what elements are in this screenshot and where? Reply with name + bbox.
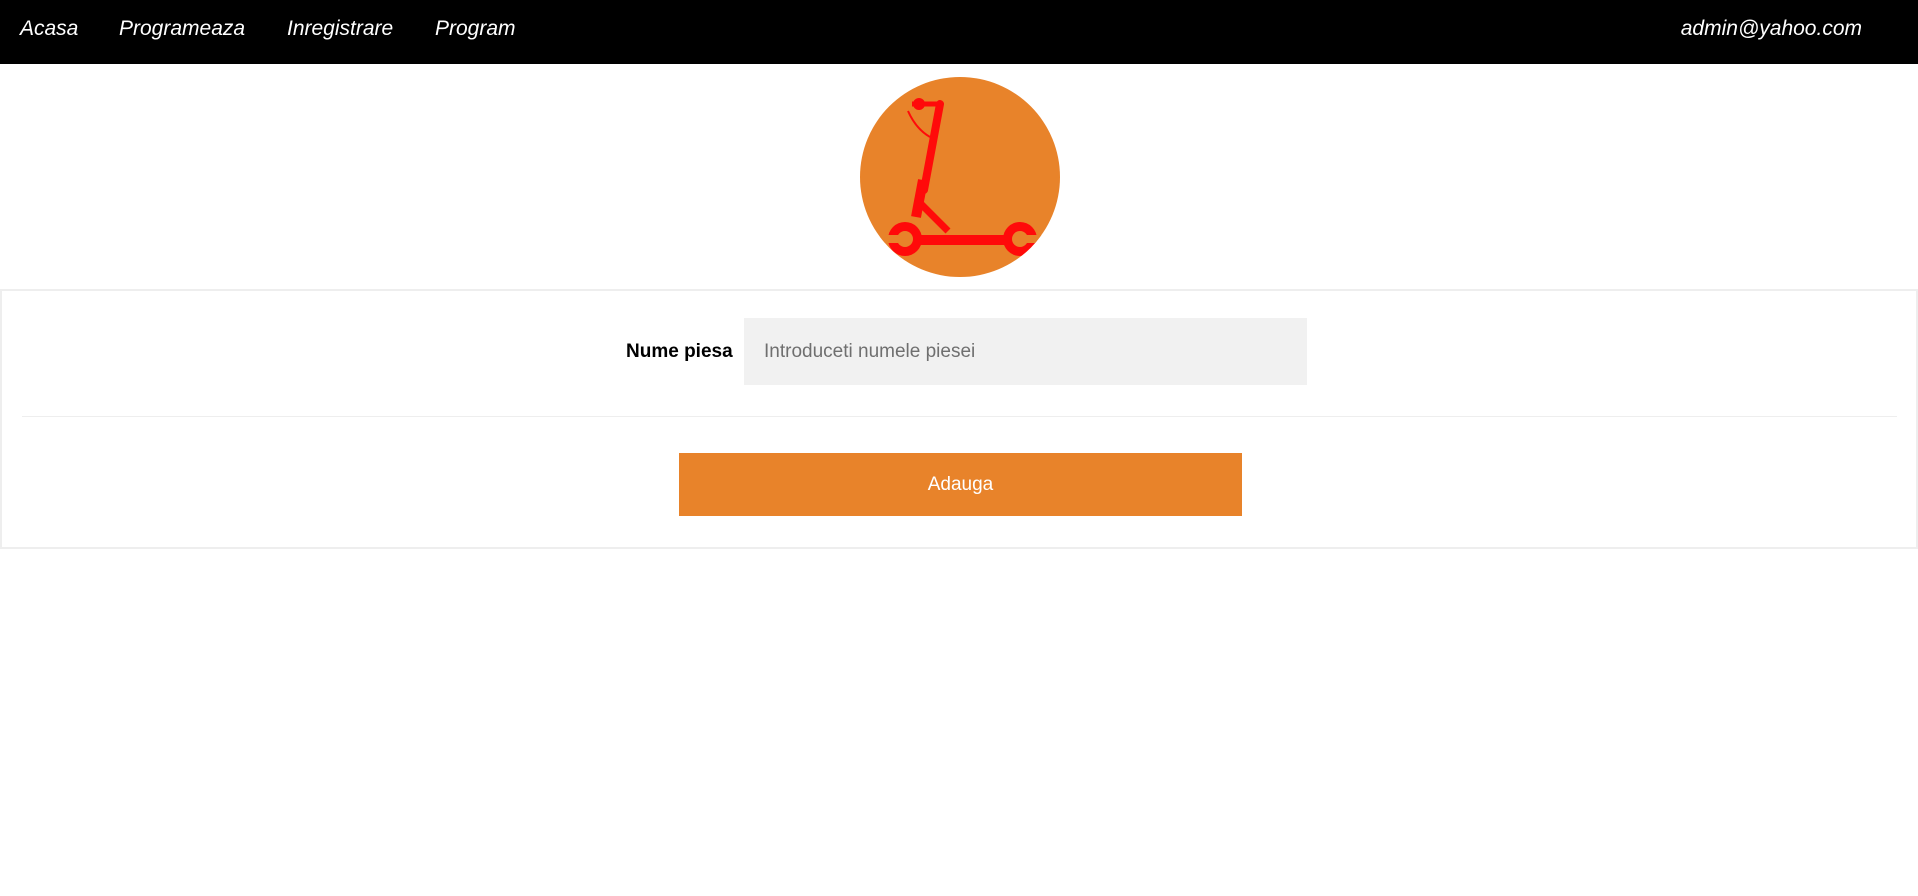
part-name-input[interactable]	[744, 318, 1307, 385]
part-name-label: Nume piesa	[626, 341, 733, 362]
nav-link-programeaza[interactable]: Programeaza	[119, 16, 245, 42]
logo	[860, 77, 1060, 277]
top-navbar: Acasa Programeaza Inregistrare Program a…	[0, 0, 1918, 64]
user-email-link[interactable]: admin@yahoo.com	[1681, 16, 1862, 42]
nav-link-program[interactable]: Program	[435, 16, 516, 42]
scooter-wrench-icon	[860, 77, 1060, 277]
add-button[interactable]: Adauga	[679, 453, 1242, 516]
nav-link-acasa[interactable]: Acasa	[20, 16, 78, 42]
nav-link-inregistrare[interactable]: Inregistrare	[287, 16, 393, 42]
form-divider	[22, 416, 1897, 417]
